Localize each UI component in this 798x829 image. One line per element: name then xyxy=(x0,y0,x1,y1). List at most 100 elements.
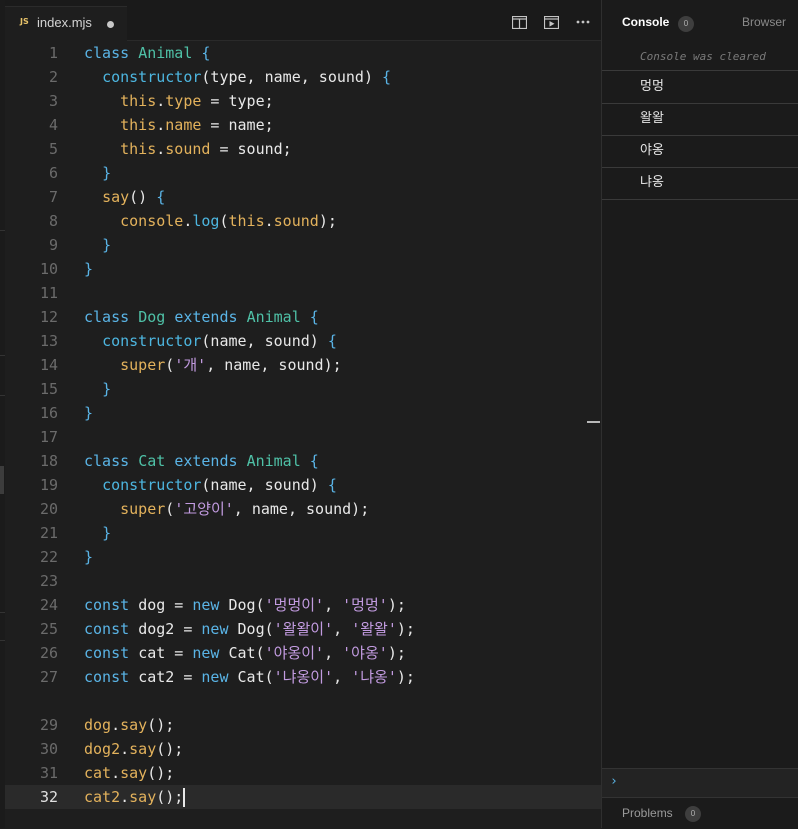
code-token: (); xyxy=(156,740,184,758)
code-text: class Cat extends Animal { xyxy=(84,449,319,473)
code-token: const xyxy=(84,668,139,686)
code-line[interactable]: 15 } xyxy=(5,377,601,401)
code-line[interactable]: 7 say() { xyxy=(5,185,601,209)
code-line[interactable]: 13 constructor(name, sound) { xyxy=(5,329,601,353)
code-line[interactable]: 21 } xyxy=(5,521,601,545)
line-number: 5 xyxy=(48,140,58,158)
code-line[interactable]: 2 constructor(type, name, sound) { xyxy=(5,65,601,89)
tab-console[interactable]: Console xyxy=(622,15,669,29)
code-token: extends xyxy=(174,308,247,326)
code-token: = sound; xyxy=(210,140,292,158)
split-editor-button[interactable] xyxy=(509,12,529,32)
code-token: { xyxy=(327,476,337,494)
code-text: cat2.say(); xyxy=(84,785,186,809)
code-token: { xyxy=(382,68,392,86)
code-line[interactable]: 3 this.type = type; xyxy=(5,89,601,113)
code-line[interactable]: 18 class Cat extends Animal { xyxy=(5,449,601,473)
line-number: 6 xyxy=(48,164,58,182)
problems-panel-header[interactable]: Problems 0 xyxy=(602,797,798,829)
code-area[interactable]: 1 class Animal {2 constructor(type, name,… xyxy=(5,41,601,828)
tab-browser[interactable]: Browser xyxy=(742,15,786,29)
code-token: '야옹' xyxy=(342,644,388,662)
code-token: new xyxy=(201,668,238,686)
code-token: . xyxy=(156,92,166,110)
code-token: { xyxy=(309,308,319,326)
code-token: ( xyxy=(219,212,229,230)
code-token: new xyxy=(201,620,238,638)
line-number: 9 xyxy=(48,236,58,254)
code-line[interactable]: 22} xyxy=(5,545,601,569)
code-token: . xyxy=(111,764,121,782)
console-log-entry: 야옹 xyxy=(602,136,798,168)
code-line[interactable]: 25 const dog2 = new Dog('왈왈이', '왈왈'); xyxy=(5,617,601,641)
console-input[interactable]: › xyxy=(602,768,798,797)
code-text: cat.say(); xyxy=(84,761,174,785)
code-token: ); xyxy=(396,668,415,686)
console-log-entry: 냐옹 xyxy=(602,168,798,200)
code-line[interactable]: 27 const cat2 = new Cat('냐옹이', '냐옹'); xyxy=(5,665,601,689)
code-line[interactable]: 19 constructor(name, sound) { xyxy=(5,473,601,497)
panel-resize-handle[interactable] xyxy=(0,466,4,494)
code-line[interactable]: 16} xyxy=(5,401,601,425)
code-line[interactable]: 30 dog2.say(); xyxy=(5,737,601,761)
code-token: cat = xyxy=(138,644,193,662)
tab-filename: index.mjs xyxy=(37,15,92,30)
scrollbar-position-marker[interactable] xyxy=(587,421,600,423)
more-actions-button[interactable] xyxy=(573,12,593,32)
code-token: sound xyxy=(273,212,319,230)
code-token: { xyxy=(327,332,337,350)
code-token: '멍멍' xyxy=(342,596,388,614)
code-line[interactable]: 12 class Dog extends Animal { xyxy=(5,305,601,329)
code-token: Animal xyxy=(246,308,310,326)
unsaved-dot-icon[interactable] xyxy=(107,21,114,28)
code-text: constructor(name, sound) { xyxy=(84,473,337,497)
code-line[interactable]: 4 this.name = name; xyxy=(5,113,601,137)
code-line[interactable]: 17 xyxy=(5,425,601,449)
code-token: constructor xyxy=(102,476,202,494)
code-line[interactable]: 6 } xyxy=(5,161,601,185)
code-token: (); xyxy=(147,764,175,782)
code-text: } xyxy=(84,161,111,185)
code-token: (type, name, sound) xyxy=(201,68,383,86)
code-line[interactable]: 10} xyxy=(5,257,601,281)
code-line[interactable]: 31 cat.say(); xyxy=(5,761,601,785)
code-token: dog2 xyxy=(84,740,121,758)
code-token: '냐옹' xyxy=(351,668,397,686)
code-line[interactable]: 5 this.sound = sound; xyxy=(5,137,601,161)
code-line[interactable]: 26 const cat = new Cat('야옹이', '야옹'); xyxy=(5,641,601,665)
code-line[interactable]: 11 xyxy=(5,281,601,305)
line-number: 32 xyxy=(39,788,58,806)
line-number: 23 xyxy=(39,572,58,590)
code-line[interactable]: 32 cat2.say(); xyxy=(5,785,601,809)
code-line[interactable] xyxy=(5,689,601,713)
code-token: say xyxy=(129,788,157,806)
code-line[interactable]: 29 dog.say(); xyxy=(5,713,601,737)
code-text: } xyxy=(84,401,93,425)
line-number: 17 xyxy=(39,428,58,446)
code-line[interactable]: 23 xyxy=(5,569,601,593)
code-token: Cat( xyxy=(237,668,274,686)
code-line[interactable]: 20 super('고양이', name, sound); xyxy=(5,497,601,521)
code-line[interactable]: 9 } xyxy=(5,233,601,257)
line-number: 21 xyxy=(39,524,58,542)
tab-index-mjs[interactable]: JS index.mjs xyxy=(5,6,127,41)
code-token: this xyxy=(120,116,157,134)
code-token: dog = xyxy=(138,596,193,614)
code-line[interactable]: 1 class Animal { xyxy=(5,41,601,65)
code-token: sound xyxy=(165,140,211,158)
open-preview-button[interactable] xyxy=(541,12,561,32)
code-editor-pane: JS index.mjs 1 class Animal {2 constructo… xyxy=(0,0,601,828)
code-text: say() { xyxy=(84,185,165,209)
code-line[interactable]: 24 const dog = new Dog('멍멍이', '멍멍'); xyxy=(5,593,601,617)
tab-problems[interactable]: Problems xyxy=(622,806,673,820)
code-text: super('고양이', name, sound); xyxy=(84,497,369,521)
code-line[interactable]: 14 super('개', name, sound); xyxy=(5,353,601,377)
code-token: } xyxy=(84,404,94,422)
code-line[interactable]: 8 console.log(this.sound); xyxy=(5,209,601,233)
